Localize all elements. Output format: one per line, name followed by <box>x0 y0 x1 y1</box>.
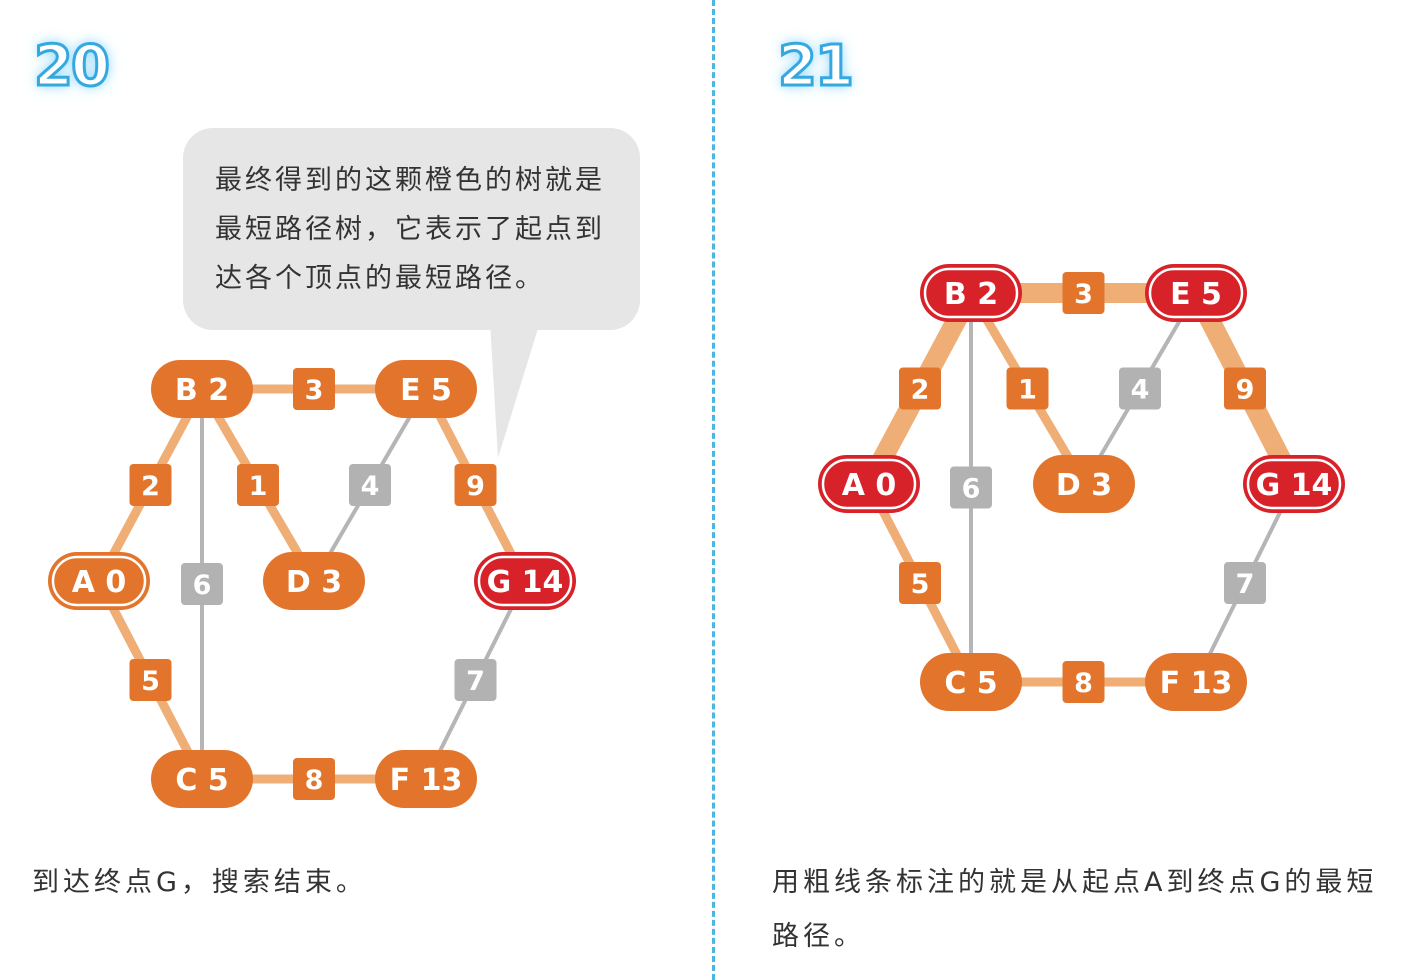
right-edge-weight-BD: 1 <box>1006 367 1049 410</box>
right-node-A: A 0 <box>818 455 920 513</box>
right-edge-weight-label-EG: 9 <box>1236 375 1255 406</box>
right-edge-weight-DE: 4 <box>1119 367 1161 410</box>
caption-left: 到达终点G，搜索结束。 <box>32 867 367 898</box>
right-edge-weight-label-BE: 3 <box>1074 279 1093 310</box>
right-node-B: B 2 <box>920 264 1022 322</box>
right-edge-weight-BE: 3 <box>1062 272 1105 314</box>
right-edge-weight-label-DE: 4 <box>1131 375 1150 406</box>
graph-right: 2 5 6 1 3 8 4 9 7 A 0 B 2 C 5 D 3 E 5 F 13 G 14 <box>818 264 1345 711</box>
right-node-label-A: A 0 <box>842 468 897 503</box>
right-edge-weight-AC: 5 <box>899 562 941 604</box>
right-edge-weight-EG: 9 <box>1224 367 1266 410</box>
right-edge-weight-BC: 6 <box>950 466 992 509</box>
right-node-label-C: C 5 <box>944 666 997 701</box>
right-edge-weight-label-FG: 7 <box>1236 569 1255 600</box>
right-node-label-F: F 13 <box>1160 666 1233 701</box>
right-edge-weight-label-AB: 2 <box>911 375 930 406</box>
right-edge-weight-label-AC: 5 <box>911 569 930 600</box>
right-node-C: C 5 <box>920 653 1022 711</box>
right-node-D: D 3 <box>1033 455 1135 513</box>
right-edge-weight-FG: 7 <box>1224 562 1266 604</box>
right-edge-weight-label-BD: 1 <box>1018 375 1037 406</box>
right-node-F: F 13 <box>1145 653 1247 711</box>
right-node-label-E: E 5 <box>1170 277 1222 312</box>
right-edge-weight-label-CF: 8 <box>1074 668 1093 699</box>
right-node-label-D: D 3 <box>1056 468 1112 503</box>
right-node-E: E 5 <box>1145 264 1247 322</box>
caption-right: 用粗线条标注的就是从起点A到终点G的最短路径。 <box>772 867 1378 952</box>
right-edge-weight-CF: 8 <box>1062 661 1105 703</box>
right-node-G: G 14 <box>1243 455 1345 513</box>
right-node-label-G: G 14 <box>1256 468 1333 503</box>
right-edge-weight-AB: 2 <box>899 367 941 410</box>
right-edge-weight-label-BC: 6 <box>962 474 981 505</box>
right-node-label-B: B 2 <box>944 277 998 312</box>
